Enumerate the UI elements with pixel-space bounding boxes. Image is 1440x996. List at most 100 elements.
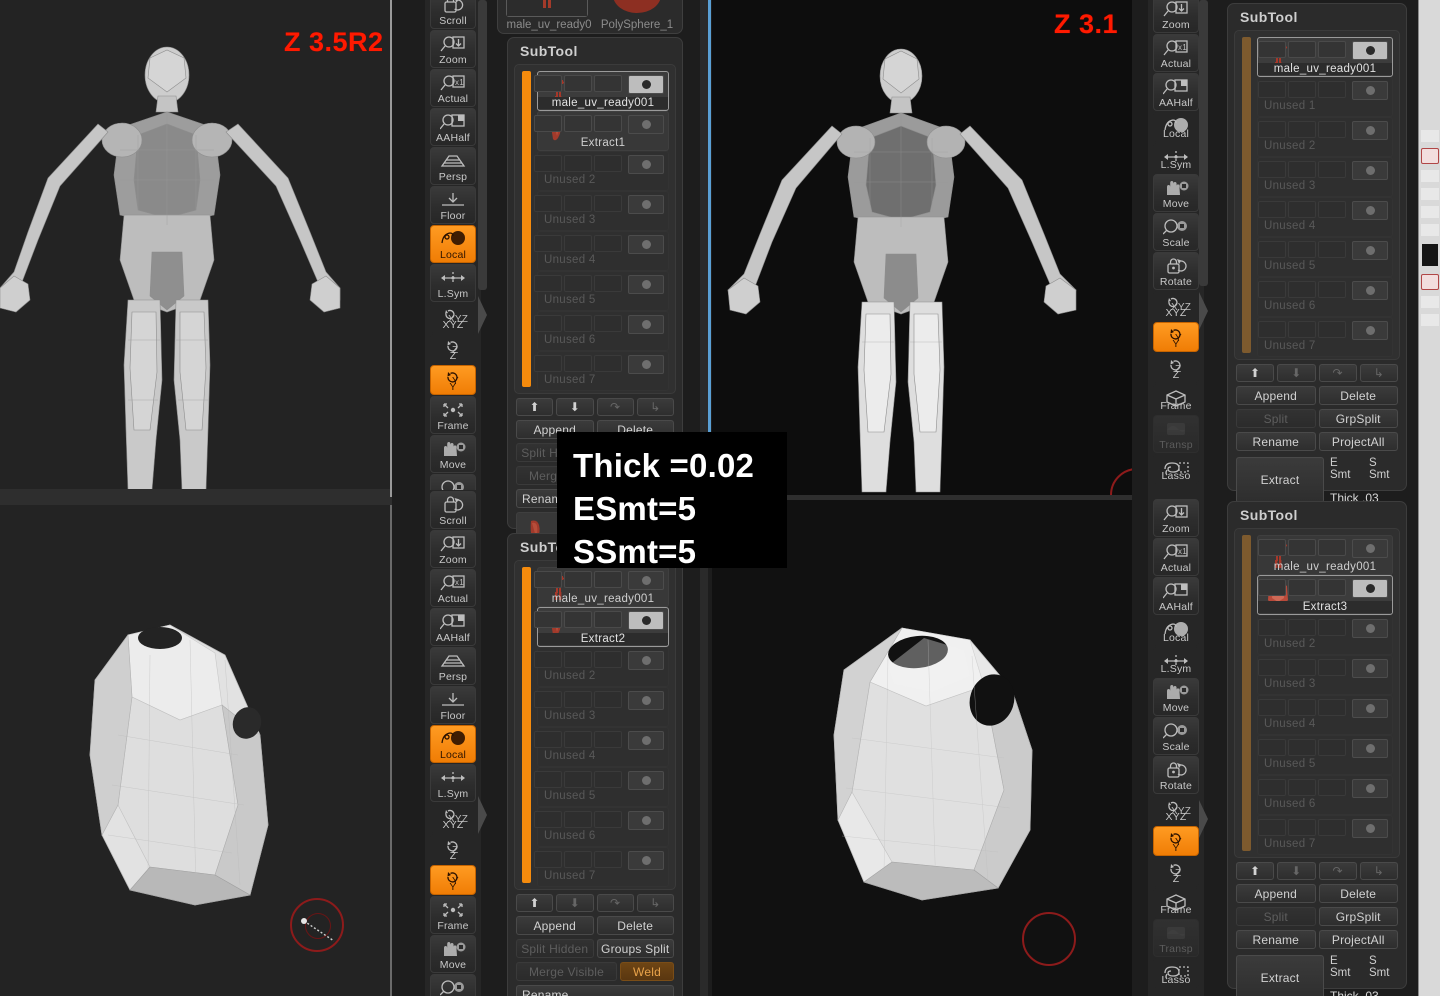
subtool-slot[interactable]: [1318, 659, 1346, 676]
subtool-move-up-arrow[interactable]: ⬆: [516, 398, 554, 416]
subtool-slot-group[interactable]: [534, 651, 622, 668]
edge-item-close-1[interactable]: [1420, 148, 1439, 164]
edge-item-close-2[interactable]: [1420, 274, 1439, 290]
subtool-slot[interactable]: [564, 851, 592, 868]
subtool-slot[interactable]: [1318, 619, 1346, 636]
subtool-slot[interactable]: [1318, 779, 1346, 796]
subtool-move-down-arrow[interactable]: ⬇: [1277, 364, 1316, 382]
subtool-slot[interactable]: [594, 155, 622, 172]
subtool-slot[interactable]: [1288, 41, 1316, 58]
subtool-slot[interactable]: [594, 771, 622, 788]
subtool-slot[interactable]: [564, 611, 592, 628]
subtool-visibility-eye-icon[interactable]: [1352, 281, 1388, 300]
subtool-row[interactable]: Unused 6: [534, 807, 669, 847]
tool-button-scale[interactable]: Scale: [1153, 213, 1199, 251]
subtool-slot-group[interactable]: [534, 611, 622, 628]
subtool-row[interactable]: male_uv_ready001: [534, 71, 669, 111]
split-hidden-button[interactable]: Split Hidden: [516, 939, 594, 958]
ssmt-slider[interactable]: [1368, 979, 1398, 988]
subtool-slot[interactable]: [534, 155, 562, 172]
tool-button-z[interactable]: ZZ: [1153, 857, 1199, 887]
subtool-slot[interactable]: [564, 771, 592, 788]
tool-button-transp[interactable]: Transp: [1153, 415, 1199, 453]
tool-button-zoom[interactable]: Zoom: [1153, 499, 1199, 537]
weld-button[interactable]: Weld: [620, 962, 674, 981]
subtool-insert-arrow[interactable]: ↳: [636, 398, 674, 416]
tool-button-frame[interactable]: Frame: [430, 896, 476, 934]
subtool-slot-group[interactable]: [1258, 121, 1346, 138]
subtool-slot[interactable]: [1288, 819, 1316, 836]
subtool-row[interactable]: Unused 3: [534, 191, 669, 231]
tool-button-local[interactable]: Local: [1153, 616, 1199, 646]
tool-button-z[interactable]: ZZ: [430, 834, 476, 864]
subtool-slot[interactable]: [1288, 121, 1316, 138]
tool-button-rotate[interactable]: Rotate: [1153, 252, 1199, 290]
subtool-visibility-eye-icon[interactable]: [628, 811, 664, 830]
extract-button[interactable]: Extract: [1236, 457, 1324, 503]
subtool-row[interactable]: Unused 4: [534, 727, 669, 767]
tool-button-scale[interactable]: Scale: [1153, 717, 1199, 755]
tool-button-xyz[interactable]: XYZ XYZ: [1153, 795, 1199, 825]
subtool-slot[interactable]: [594, 115, 622, 132]
tool-button-y[interactable]: YY: [430, 865, 476, 895]
right-toolbar-bottom[interactable]: Zoom x1 Actual AAHalf Local L.Sym Move Scale Rot…: [1148, 498, 1204, 996]
subtool-slot-group[interactable]: [534, 851, 622, 868]
groups-split-button[interactable]: Groups Split: [596, 939, 674, 958]
edge-item-blank-7[interactable]: [1420, 314, 1439, 326]
viewport-bottom-right[interactable]: [712, 500, 1132, 996]
subtool-row[interactable]: Unused 3: [1257, 157, 1393, 197]
subtool-visibility-eye-icon[interactable]: [1352, 241, 1388, 260]
grpsplit-button[interactable]: GrpSplit: [1318, 409, 1398, 428]
subtool-slot[interactable]: [1258, 699, 1286, 716]
subtool-duplicate-arrow[interactable]: ↷: [1318, 364, 1357, 382]
subtool-arrow-row[interactable]: ⬆ ⬇ ↷ ↳: [508, 894, 682, 912]
subtool-slot[interactable]: [1258, 321, 1286, 338]
append-button[interactable]: Append: [1236, 884, 1316, 903]
subtool-slot[interactable]: [1318, 241, 1346, 258]
delete-button[interactable]: Delete: [1318, 386, 1398, 405]
subtool-list[interactable]: male_uv_ready001 Extract3 Unused 2 Unused 3…: [1234, 528, 1400, 858]
subtool-visibility-eye-icon[interactable]: [1352, 659, 1388, 678]
subtool-slot[interactable]: [534, 571, 562, 588]
subtool-slot-group[interactable]: [1258, 81, 1346, 98]
subtool-slot[interactable]: [1318, 281, 1346, 298]
subtool-slot[interactable]: [594, 355, 622, 372]
subtool-visibility-eye-icon[interactable]: [628, 571, 664, 590]
subtool-row[interactable]: Unused 2: [1257, 117, 1393, 157]
tool-button-actual[interactable]: x1 Actual: [1153, 538, 1199, 576]
subtool-slot[interactable]: [534, 315, 562, 332]
subtool-slot[interactable]: [594, 315, 622, 332]
delete-button[interactable]: Delete: [596, 916, 674, 935]
tool-button-l-sym[interactable]: L.Sym: [1153, 143, 1199, 173]
tool-button-xyz[interactable]: XYZ XYZ: [430, 303, 476, 333]
edge-item-blank-3[interactable]: [1420, 188, 1439, 200]
tool-button-local[interactable]: Local: [1153, 112, 1199, 142]
subtool-move-down-arrow[interactable]: ⬇: [556, 398, 594, 416]
subtool-slot[interactable]: [534, 235, 562, 252]
subtool-visibility-eye-icon[interactable]: [628, 195, 664, 214]
ssmt-slider[interactable]: [1368, 481, 1398, 490]
subtool-slot[interactable]: [1258, 161, 1286, 178]
subtool-slot-group[interactable]: [534, 771, 622, 788]
rename-button[interactable]: Rename: [516, 985, 674, 996]
subtool-visibility-eye-icon[interactable]: [628, 771, 664, 790]
subtool-slot-group[interactable]: [1258, 41, 1346, 58]
tool-button-xyz[interactable]: XYZ XYZ: [1153, 291, 1199, 321]
subtool-visibility-eye-icon[interactable]: [1352, 819, 1388, 838]
tool-thumb-polysphere[interactable]: [598, 0, 676, 17]
subtool-slot-group[interactable]: [534, 811, 622, 828]
subtool-row[interactable]: Unused 6: [534, 311, 669, 351]
projectall-button[interactable]: ProjectAll: [1318, 432, 1398, 451]
edge-item-blank-4[interactable]: [1420, 206, 1439, 218]
subtool-list[interactable]: male_uv_ready001 Extract2 Unused 2 Unused 3…: [514, 560, 676, 890]
subtool-slot-group[interactable]: [534, 75, 622, 92]
subtool-slot[interactable]: [564, 195, 592, 212]
subtool-slot-group[interactable]: [534, 195, 622, 212]
subtool-row[interactable]: male_uv_ready001: [534, 567, 669, 607]
subtool-slot[interactable]: [534, 611, 562, 628]
subtool-scroll-rail[interactable]: [1242, 37, 1251, 353]
subtool-slot-group[interactable]: [1258, 779, 1346, 796]
subtool-move-down-arrow[interactable]: ⬇: [1277, 862, 1316, 880]
subtool-arrow-row[interactable]: ⬆ ⬇ ↷ ↳: [508, 398, 682, 416]
subtool-visibility-eye-icon[interactable]: [1352, 619, 1388, 638]
